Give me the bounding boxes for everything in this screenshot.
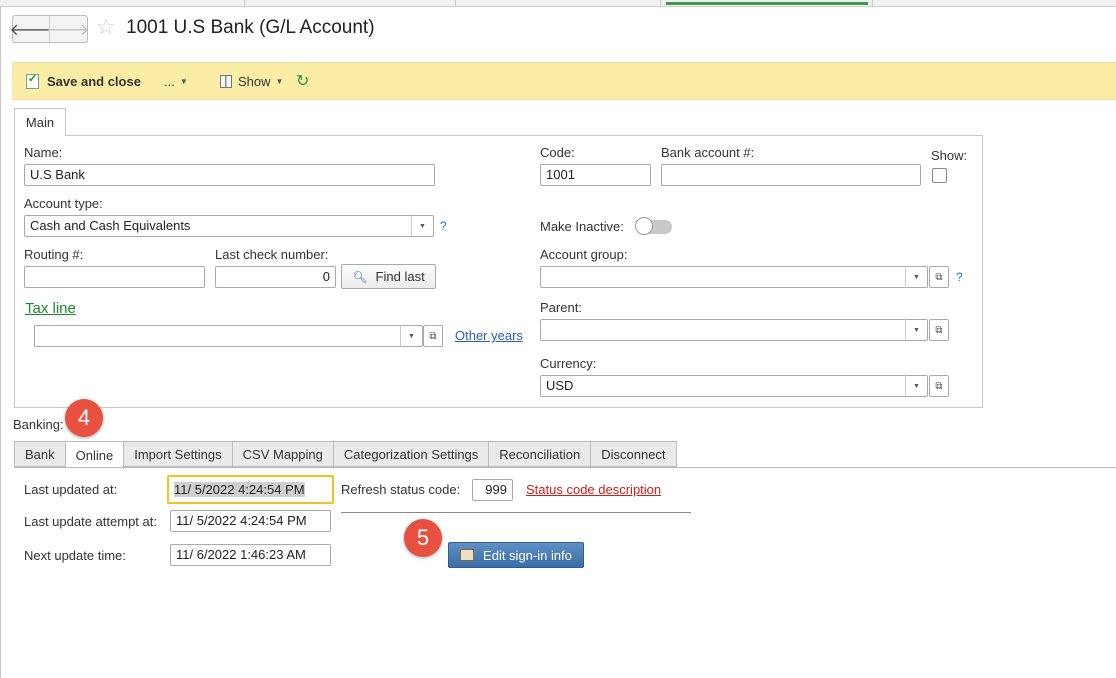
routing-field[interactable] (24, 266, 205, 288)
account-type-label: Account type: (24, 196, 103, 211)
open-icon[interactable]: ⧉ (929, 266, 949, 288)
next-update-label: Next update time: (24, 548, 126, 563)
chevron-down-icon[interactable]: ▼ (411, 215, 433, 237)
last-attempt-field[interactable]: 11/ 5/2022 4:24:54 PM (170, 510, 331, 532)
show-label: Show: (931, 148, 968, 163)
name-field[interactable]: U.S Bank (24, 164, 435, 186)
tab-disconnect[interactable]: Disconnect (591, 441, 677, 467)
favorite-star-icon[interactable]: ☆ (96, 16, 116, 38)
refresh-status-label: Refresh status code: (341, 482, 461, 497)
last-attempt-label: Last update attempt at: (24, 514, 157, 529)
annotation-badge-5: 5 (404, 519, 442, 557)
currency-select[interactable]: USD (540, 375, 928, 397)
show-checkbox[interactable] (932, 168, 947, 183)
tab-reconciliation[interactable]: Reconciliation (489, 441, 592, 467)
parent-select[interactable] (540, 319, 928, 341)
help-icon[interactable]: ? (956, 270, 963, 284)
tab-import-settings[interactable]: Import Settings (124, 441, 233, 467)
tax-line-link[interactable]: Tax line (25, 300, 76, 317)
chevron-down-icon: ▼ (179, 76, 188, 86)
edit-sign-in-info-button[interactable]: Edit sign-in info (448, 542, 584, 568)
tab-categorization-settings[interactable]: Categorization Settings (333, 441, 490, 467)
open-icon[interactable]: ⧉ (929, 375, 949, 397)
chevron-down-icon[interactable]: ▼ (905, 375, 927, 397)
chevron-down-icon: ▼ (275, 76, 284, 86)
tab-main[interactable]: Main (14, 108, 66, 136)
page-title: 1001 U.S Bank (G/L Account) (126, 17, 375, 38)
history-nav: 🡐 🡒 (10, 15, 89, 43)
last-check-field[interactable]: 0 (215, 266, 336, 288)
make-inactive-toggle[interactable] (635, 217, 672, 235)
window-tab-strip (0, 0, 1116, 7)
parent-label: Parent: (540, 300, 582, 315)
annotation-badge-4: 4 (65, 399, 103, 437)
tab-bank[interactable]: Bank (14, 441, 66, 467)
banking-label: Banking: (13, 417, 64, 432)
currency-label: Currency: (540, 356, 597, 371)
forward-button[interactable]: 🡒 (47, 16, 89, 42)
search-icon: 🔍︎ (352, 269, 368, 284)
edit-credentials-icon (460, 549, 475, 561)
back-button[interactable]: 🡐 (10, 16, 53, 42)
more-actions-button[interactable]: ... ▼ (164, 63, 188, 99)
command-toolbar: Save and close ...▼ Show▼ ↻ (12, 62, 1116, 100)
chevron-down-icon[interactable]: ▼ (905, 319, 927, 341)
refresh-status-field[interactable]: 999 (472, 479, 513, 501)
status-code-description-link[interactable]: Status code description (526, 482, 661, 497)
banking-tabs: Bank Online Import Settings CSV Mapping … (14, 441, 677, 469)
code-field[interactable]: 1001 (540, 164, 651, 186)
report-icon (220, 74, 232, 88)
name-label: Name: (24, 145, 63, 160)
open-icon[interactable]: ⧉ (929, 319, 949, 341)
account-group-label: Account group: (540, 247, 628, 262)
account-type-select[interactable]: Cash and Cash Equivalents (24, 215, 434, 237)
code-label: Code: (540, 145, 575, 160)
chevron-down-icon[interactable]: ▼ (905, 266, 927, 288)
help-icon[interactable]: ? (440, 219, 447, 233)
divider (341, 512, 691, 513)
tab-online[interactable]: Online (65, 441, 125, 469)
make-inactive-label: Make Inactive: (540, 219, 624, 234)
chevron-down-icon[interactable]: ▼ (400, 325, 422, 347)
active-window-tab-indicator[interactable] (666, 2, 868, 5)
bank-account-label: Bank account #: (661, 145, 755, 160)
routing-label: Routing #: (24, 247, 84, 262)
tab-csv-mapping[interactable]: CSV Mapping (232, 441, 334, 467)
tax-line-select[interactable] (34, 325, 423, 347)
other-years-link[interactable]: Other years (455, 328, 523, 343)
save-and-close-button[interactable]: Save and close (26, 63, 141, 99)
open-icon[interactable]: ⧉ (423, 325, 443, 347)
save-doc-icon (26, 72, 39, 89)
show-menu-button[interactable]: Show ▼ (220, 63, 283, 99)
find-last-button[interactable]: 🔍︎ Find last (341, 264, 436, 289)
account-group-select[interactable] (540, 266, 928, 288)
last-updated-label: Last updated at: (24, 482, 118, 497)
bank-account-field[interactable] (661, 164, 921, 186)
last-check-label: Last check number: (215, 247, 329, 262)
next-update-field[interactable]: 11/ 6/2022 1:46:23 AM (170, 544, 331, 566)
refresh-icon[interactable]: ↻ (296, 63, 309, 99)
last-updated-field[interactable]: 11/ 5/2022 4:24:54 PM (167, 475, 334, 504)
